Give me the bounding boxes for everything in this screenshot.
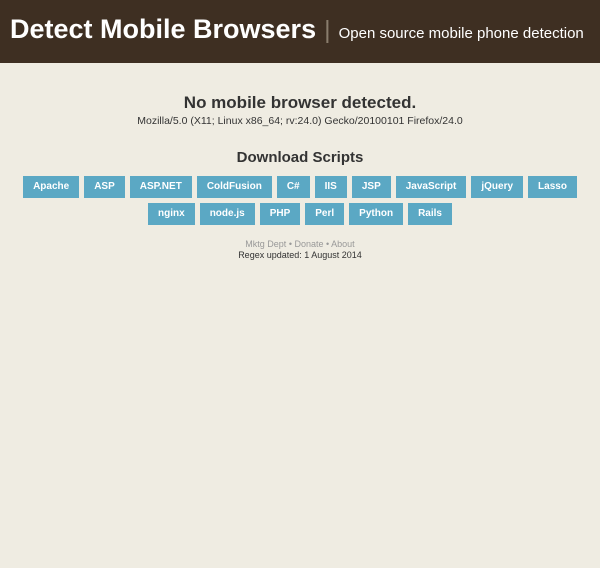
footer-links: Mktg Dept • Donate • About: [0, 239, 600, 249]
download-button-jsp[interactable]: JSP: [352, 176, 391, 198]
footer-separator: •: [324, 239, 332, 249]
regex-updated: Regex updated: 1 August 2014: [0, 250, 600, 260]
page-header: Detect Mobile Browsers | Open source mob…: [0, 0, 600, 63]
download-button-iis[interactable]: IIS: [315, 176, 347, 198]
main-content: No mobile browser detected. Mozilla/5.0 …: [0, 63, 600, 260]
footer-link-about[interactable]: About: [331, 239, 355, 249]
download-button-aspnet[interactable]: ASP.NET: [130, 176, 192, 198]
page-title: Detect Mobile Browsers: [10, 14, 316, 45]
download-button-apache[interactable]: Apache: [23, 176, 79, 198]
header-inner: Detect Mobile Browsers | Open source mob…: [10, 14, 590, 45]
download-button-python[interactable]: Python: [349, 203, 403, 225]
downloads-heading: Download Scripts: [0, 149, 600, 166]
download-button-php[interactable]: PHP: [260, 203, 301, 225]
updated-date: 1 August 2014: [304, 250, 362, 260]
title-divider: |: [324, 16, 331, 45]
page-subtitle: Open source mobile phone detection: [339, 25, 584, 42]
user-agent-string: Mozilla/5.0 (X11; Linux x86_64; rv:24.0)…: [0, 115, 600, 127]
download-buttons-row: Apache ASP ASP.NET ColdFusion C# IIS JSP…: [0, 176, 600, 225]
download-button-rails[interactable]: Rails: [408, 203, 452, 225]
download-button-nginx[interactable]: nginx: [148, 203, 195, 225]
detection-status: No mobile browser detected.: [0, 93, 600, 113]
footer-link-mktg[interactable]: Mktg Dept: [245, 239, 286, 249]
download-button-csharp[interactable]: C#: [277, 176, 310, 198]
download-button-javascript[interactable]: JavaScript: [396, 176, 467, 198]
download-button-asp[interactable]: ASP: [84, 176, 125, 198]
download-button-coldfusion[interactable]: ColdFusion: [197, 176, 272, 198]
download-button-lasso[interactable]: Lasso: [528, 176, 577, 198]
footer-link-donate[interactable]: Donate: [294, 239, 323, 249]
download-button-nodejs[interactable]: node.js: [200, 203, 255, 225]
download-button-jquery[interactable]: jQuery: [471, 176, 523, 198]
download-button-perl[interactable]: Perl: [305, 203, 344, 225]
updated-label: Regex updated:: [238, 250, 304, 260]
